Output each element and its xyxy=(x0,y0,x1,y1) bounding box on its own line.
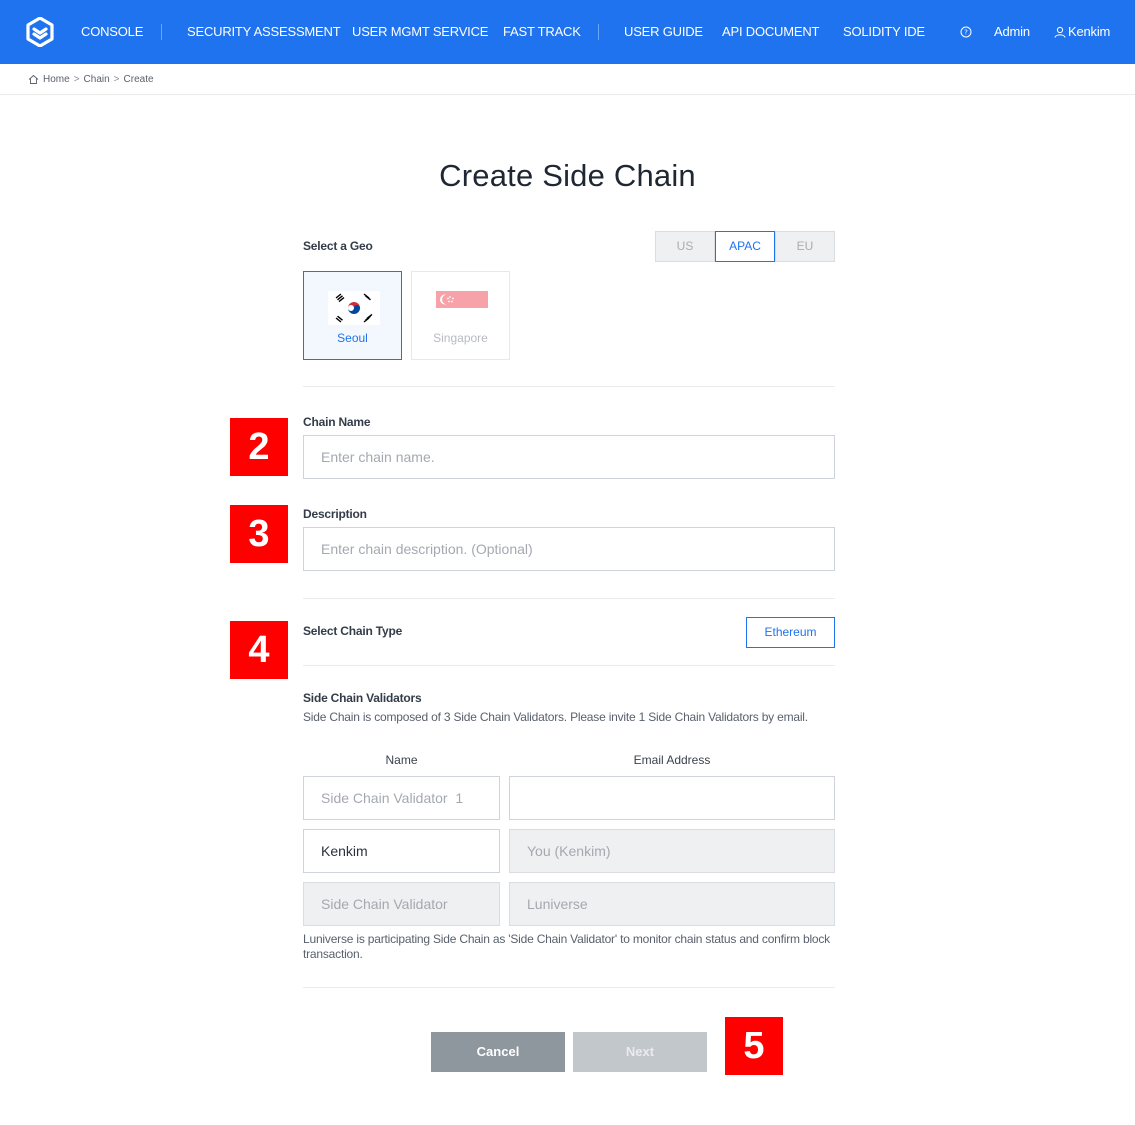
chain-name-label: Chain Name xyxy=(303,415,371,429)
annotation-marker-2: 2 xyxy=(230,418,288,476)
nav-admin[interactable]: Admin xyxy=(994,0,1030,64)
section-divider xyxy=(303,987,835,988)
validators-note: Luniverse is participating Side Chain as… xyxy=(303,932,830,961)
chain-name-input[interactable] xyxy=(303,435,835,479)
breadcrumb-separator: > xyxy=(73,73,80,85)
nav-user-mgmt-service[interactable]: USER MGMT SERVICE xyxy=(352,0,488,64)
page-title: Create Side Chain xyxy=(439,158,696,193)
nav-api-document[interactable]: API DOCUMENT xyxy=(722,0,819,64)
column-header-email: Email Address xyxy=(633,753,711,767)
section-divider xyxy=(303,665,835,666)
section-divider xyxy=(303,598,835,599)
validator-1-email-input[interactable] xyxy=(509,776,835,820)
user-icon[interactable] xyxy=(1054,26,1066,38)
validator-3-name-input xyxy=(303,882,500,926)
help-icon[interactable]: ? xyxy=(960,26,972,38)
description-label: Description xyxy=(303,507,367,521)
validator-1-name-input[interactable] xyxy=(303,776,500,820)
city-name-seoul: Seoul xyxy=(337,331,368,345)
nav-fast-track[interactable]: FAST TRACK xyxy=(503,0,581,64)
nav-divider xyxy=(161,24,162,40)
annotation-marker-4: 4 xyxy=(230,621,288,679)
cancel-button[interactable]: Cancel xyxy=(431,1032,565,1072)
tab-us[interactable]: US xyxy=(655,231,715,262)
annotation-marker-5: 5 xyxy=(725,1017,783,1075)
tab-eu[interactable]: EU xyxy=(775,231,835,262)
breadcrumb-chain[interactable]: Chain xyxy=(84,74,110,85)
home-icon[interactable] xyxy=(28,74,39,85)
breadcrumb-separator: > xyxy=(113,73,120,85)
city-card-singapore[interactable]: Singapore xyxy=(411,271,510,360)
annotation-marker-3: 3 xyxy=(230,505,288,563)
column-header-name: Name xyxy=(385,753,418,767)
validator-2-name-input[interactable] xyxy=(303,829,500,873)
luniverse-logo-icon[interactable] xyxy=(26,17,54,47)
nav-security-assessment[interactable]: SECURITY ASSESSMENT xyxy=(187,0,341,64)
validators-title: Side Chain Validators xyxy=(303,691,422,705)
description-input[interactable] xyxy=(303,527,835,571)
chain-type-ethereum-button[interactable]: Ethereum xyxy=(746,617,835,648)
validator-3-email-input xyxy=(509,882,835,926)
chain-type-label: Select Chain Type xyxy=(303,624,403,638)
svg-text:?: ? xyxy=(964,29,968,37)
top-nav-bar: CONSOLE SECURITY ASSESSMENT USER MGMT SE… xyxy=(0,0,1135,64)
section-divider xyxy=(303,386,835,387)
breadcrumb-home[interactable]: Home xyxy=(43,74,70,85)
nav-console[interactable]: CONSOLE xyxy=(81,0,143,64)
nav-user-guide[interactable]: USER GUIDE xyxy=(624,0,703,64)
breadcrumb-divider xyxy=(0,94,1135,95)
breadcrumb: Home > Chain > Create xyxy=(28,70,154,88)
next-button[interactable]: Next xyxy=(573,1032,707,1072)
city-card-seoul[interactable]: Seoul xyxy=(303,271,402,360)
validators-subtitle: Side Chain is composed of 3 Side Chain V… xyxy=(303,710,808,724)
geo-tabs: US APAC EU xyxy=(655,231,835,262)
nav-user-name[interactable]: Kenkim xyxy=(1068,0,1110,64)
south-korea-flag-icon xyxy=(328,291,380,325)
nav-solidity-ide[interactable]: SOLIDITY IDE xyxy=(843,0,925,64)
geo-label: Select a Geo xyxy=(303,239,373,253)
singapore-flag-icon xyxy=(436,291,488,325)
nav-divider xyxy=(598,24,599,40)
validator-2-email-input xyxy=(509,829,835,873)
city-name-singapore: Singapore xyxy=(433,331,488,345)
tab-apac[interactable]: APAC xyxy=(715,231,775,262)
breadcrumb-create: Create xyxy=(123,73,154,85)
